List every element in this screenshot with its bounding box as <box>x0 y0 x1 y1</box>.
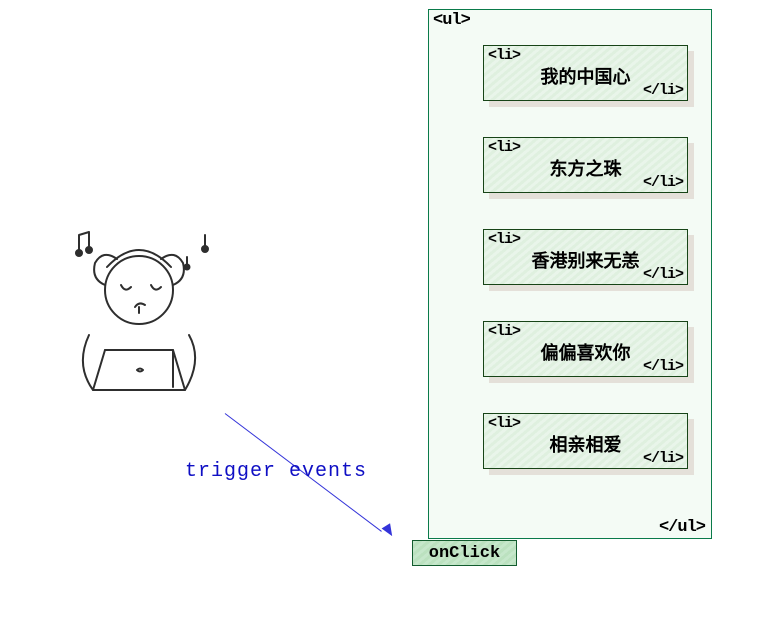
li-open-tag: <li> <box>488 323 520 340</box>
ul-open-tag: <ul> <box>433 11 470 30</box>
li-close-tag: </li> <box>643 174 683 191</box>
list-item[interactable]: <li> 香港别来无恙 </li> <box>483 229 688 285</box>
list-item[interactable]: <li> 相亲相爱 </li> <box>483 413 688 469</box>
li-close-tag: </li> <box>643 82 683 99</box>
ul-close-tag: </ul> <box>659 518 705 537</box>
ul-container: <ul> </ul> <li> 我的中国心 </li> <li> 东方之珠 </… <box>428 9 712 539</box>
trigger-arrow-label: trigger events <box>185 460 367 483</box>
list-item[interactable]: <li> 我的中国心 </li> <box>483 45 688 101</box>
trigger-arrow-head <box>382 523 397 538</box>
user-listening-illustration <box>55 225 225 415</box>
li-open-tag: <li> <box>488 415 520 432</box>
li-open-tag: <li> <box>488 139 520 156</box>
li-close-tag: </li> <box>643 450 683 467</box>
li-close-tag: </li> <box>643 266 683 283</box>
list-item[interactable]: <li> 东方之珠 </li> <box>483 137 688 193</box>
li-close-tag: </li> <box>643 358 683 375</box>
onclick-handler-box[interactable]: onClick <box>412 540 517 566</box>
list-item[interactable]: <li> 偏偏喜欢你 </li> <box>483 321 688 377</box>
li-open-tag: <li> <box>488 231 520 248</box>
li-open-tag: <li> <box>488 47 520 64</box>
li-stack: <li> 我的中国心 </li> <li> 东方之珠 </li> <li> 香港… <box>483 45 688 469</box>
